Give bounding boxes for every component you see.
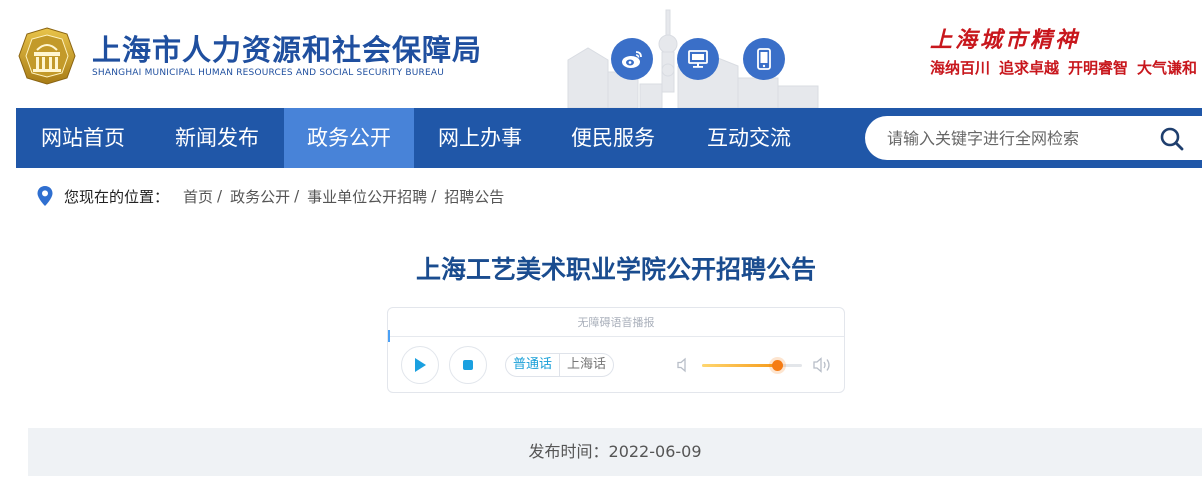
lang-shanghainese-button[interactable]: 上海话 xyxy=(560,354,613,376)
play-icon xyxy=(415,358,426,372)
site-header: 上海市人力资源和社会保障局 SHANGHAI MUNICIPAL HUMAN R… xyxy=(0,0,1202,108)
stop-icon xyxy=(463,360,473,370)
desktop-icon[interactable] xyxy=(677,38,719,80)
breadcrumb-label: 您现在的位置： xyxy=(64,187,170,206)
breadcrumb: 您现在的位置： 首页 / 政务公开 / 事业单位公开招聘 / 招聘公告 xyxy=(36,184,504,208)
nav-item-public-services[interactable]: 便民服务 xyxy=(546,108,680,168)
audio-player: 无障碍语音播报 普通话 上海话 xyxy=(387,307,845,393)
article-title: 上海工艺美术职业学院公开招聘公告 xyxy=(415,255,816,284)
stop-button[interactable] xyxy=(449,346,487,384)
play-button[interactable] xyxy=(401,346,439,384)
breadcrumb-government-affairs[interactable]: 政务公开 xyxy=(230,186,290,207)
bureau-emblem-icon[interactable] xyxy=(17,26,77,86)
spirit-phrase: 海纳百川 xyxy=(930,59,991,77)
volume-slider-fill xyxy=(702,364,777,367)
page: 上海市人力资源和社会保障局 SHANGHAI MUNICIPAL HUMAN R… xyxy=(0,0,1202,484)
publish-date: 2022-06-09 xyxy=(608,442,702,461)
weibo-icon[interactable] xyxy=(611,38,653,80)
city-spirit-title: 上海城市精神 xyxy=(930,27,1081,53)
breadcrumb-home[interactable]: 首页 xyxy=(183,186,213,207)
main-nav: 网站首页 新闻发布 政务公开 网上办事 便民服务 互动交流 xyxy=(16,108,1202,168)
mobile-icon[interactable] xyxy=(743,38,785,80)
spirit-phrase: 大气谦和 xyxy=(1137,59,1198,77)
spirit-phrase: 开明睿智 xyxy=(1068,59,1129,77)
volume-high-icon[interactable] xyxy=(812,356,834,374)
breadcrumb-separator: / xyxy=(294,187,300,205)
site-title-en: SHANGHAI MUNICIPAL HUMAN RESOURCES AND S… xyxy=(92,68,445,78)
language-switch: 普通话 上海话 xyxy=(505,353,615,377)
volume-low-icon[interactable] xyxy=(676,357,692,373)
publish-label: 发布时间： xyxy=(528,442,609,461)
search-input[interactable] xyxy=(887,116,1147,160)
city-spirit-phrases: 海纳百川 追求卓越 开明睿智 大气谦和 xyxy=(930,57,1202,78)
player-accent-bar xyxy=(388,330,390,342)
search-box xyxy=(865,116,1202,160)
search-icon[interactable] xyxy=(1159,126,1185,152)
location-pin-icon xyxy=(37,186,53,206)
breadcrumb-recruitment-notice[interactable]: 招聘公告 xyxy=(444,186,504,207)
breadcrumb-separator: / xyxy=(217,187,223,205)
publish-info-bar: 发布时间：2022-06-09 xyxy=(28,428,1202,476)
nav-item-interaction[interactable]: 互动交流 xyxy=(680,108,818,168)
audio-player-header: 无障碍语音播报 xyxy=(388,308,844,342)
breadcrumb-separator: / xyxy=(431,187,437,205)
volume-slider[interactable] xyxy=(702,360,802,371)
lang-mandarin-button[interactable]: 普通话 xyxy=(506,354,561,376)
nav-item-home[interactable]: 网站首页 xyxy=(16,108,150,168)
site-title[interactable]: 上海市人力资源和社会保障局 xyxy=(92,27,482,69)
spirit-phrase: 追求卓越 xyxy=(999,59,1060,77)
nav-item-news[interactable]: 新闻发布 xyxy=(150,108,284,168)
audio-player-title: 无障碍语音播报 xyxy=(577,316,655,329)
breadcrumb-public-recruitment[interactable]: 事业单位公开招聘 xyxy=(307,186,427,207)
nav-item-government-affairs[interactable]: 政务公开 xyxy=(284,108,414,168)
nav-item-online-services[interactable]: 网上办事 xyxy=(414,108,546,168)
volume-slider-handle[interactable] xyxy=(772,360,783,371)
